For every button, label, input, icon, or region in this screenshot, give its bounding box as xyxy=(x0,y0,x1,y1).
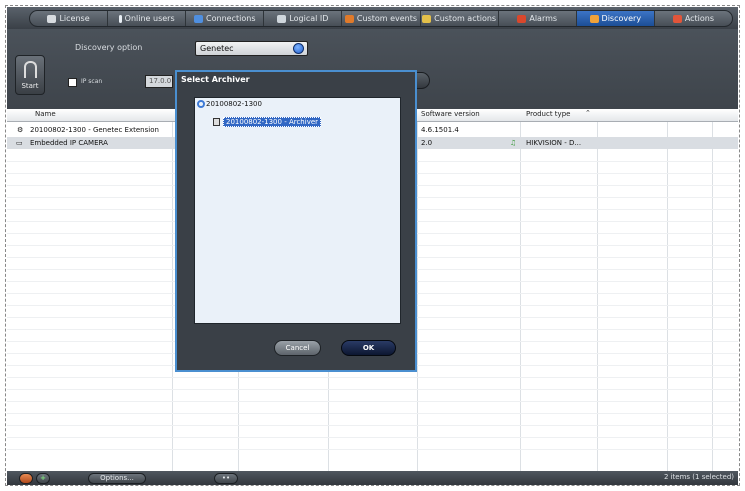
tab-alarms[interactable]: Alarms xyxy=(499,11,577,26)
security-center-window: License Online users Connections Logical… xyxy=(7,7,738,485)
tab-custom-events[interactable]: Custom events xyxy=(342,11,421,26)
row-software: 4.6.1501.4 xyxy=(421,126,459,134)
tab-bar: License Online users Connections Logical… xyxy=(7,7,738,29)
archiver-icon xyxy=(213,118,220,126)
tab-strip: License Online users Connections Logical… xyxy=(29,10,733,27)
tab-actions[interactable]: Actions xyxy=(655,11,732,26)
start-button[interactable]: Start xyxy=(15,55,45,95)
grid-row-line xyxy=(7,401,738,402)
tree-node-root[interactable]: 20100802-1300 xyxy=(197,100,262,108)
column-divider xyxy=(667,122,668,471)
tab-custom-actions[interactable]: Custom actions xyxy=(421,11,499,26)
column-divider xyxy=(597,122,598,471)
tab-logical-id[interactable]: Logical ID xyxy=(264,11,343,26)
grid-row-line xyxy=(7,377,738,378)
row-name: Embedded IP CAMERA xyxy=(30,139,108,147)
column-name-header[interactable]: Name xyxy=(35,110,56,118)
custom-actions-icon xyxy=(422,14,432,23)
tab-license[interactable]: License xyxy=(30,11,109,26)
discovery-option-value: Genetec xyxy=(200,44,234,53)
dialog-title: Select Archiver xyxy=(181,75,250,84)
grid-row-line xyxy=(7,425,738,426)
user-icon xyxy=(118,14,122,23)
dropdown-icon[interactable] xyxy=(293,43,304,54)
add-icon[interactable]: + xyxy=(36,473,50,484)
discovery-option-select[interactable]: Genetec xyxy=(195,41,308,56)
directory-icon xyxy=(197,100,205,108)
connections-icon xyxy=(194,14,204,23)
column-divider xyxy=(417,122,418,471)
ip-scan-checkbox[interactable] xyxy=(68,78,77,87)
music-note-icon: ♫ xyxy=(510,139,517,147)
grid-row-line xyxy=(7,449,738,450)
discovery-option-label: Discovery option xyxy=(75,43,143,52)
tab-online-users[interactable]: Online users xyxy=(108,11,187,26)
extension-icon: ⚙ xyxy=(17,126,24,134)
row-software: 2.0 xyxy=(421,139,433,147)
grid-row-line xyxy=(7,389,738,390)
more-icon[interactable]: •• xyxy=(214,473,238,484)
options-button[interactable]: Options... xyxy=(88,473,146,484)
ip-range-field[interactable]: 17.0.0 xyxy=(145,75,173,88)
grid-row-line xyxy=(7,437,738,438)
custom-events-icon xyxy=(344,14,354,23)
sort-ascending-icon: ⌃ xyxy=(585,109,591,117)
archiver-tree: 20100802-1300 20100802-1300 - Archiver xyxy=(194,97,401,324)
refresh-icon[interactable] xyxy=(19,473,33,484)
tree-node-archiver[interactable]: 20100802-1300 - Archiver xyxy=(223,117,322,127)
ip-scan-label: IP scan xyxy=(81,78,103,85)
tab-discovery[interactable]: Discovery xyxy=(576,11,655,26)
selection-status: 2 items (1 selected) xyxy=(663,473,734,481)
cancel-button[interactable]: Cancel xyxy=(274,340,321,356)
column-divider xyxy=(172,122,173,471)
row-name: 20100802-1300 - Genetec Extension xyxy=(30,126,159,134)
alarm-icon xyxy=(517,14,527,23)
tab-connections[interactable]: Connections xyxy=(186,11,265,26)
actions-icon xyxy=(672,14,682,23)
license-icon xyxy=(47,14,57,23)
grid-row-line xyxy=(7,413,738,414)
column-divider xyxy=(520,122,521,471)
start-icon xyxy=(24,61,37,78)
logical-id-icon xyxy=(277,14,287,23)
row-product: HIKVISION - D... xyxy=(526,139,582,147)
status-bar: + Options... •• 2 items (1 selected) xyxy=(7,471,738,485)
select-archiver-dialog: Select Archiver 20100802-1300 20100802-1… xyxy=(175,70,417,372)
column-software-header[interactable]: Software version xyxy=(421,110,480,118)
column-divider xyxy=(712,122,713,471)
discovery-icon xyxy=(589,14,599,23)
column-product-header[interactable]: Product type xyxy=(526,110,570,118)
camera-icon: ▭ xyxy=(16,139,23,147)
ok-button[interactable]: OK xyxy=(341,340,396,356)
